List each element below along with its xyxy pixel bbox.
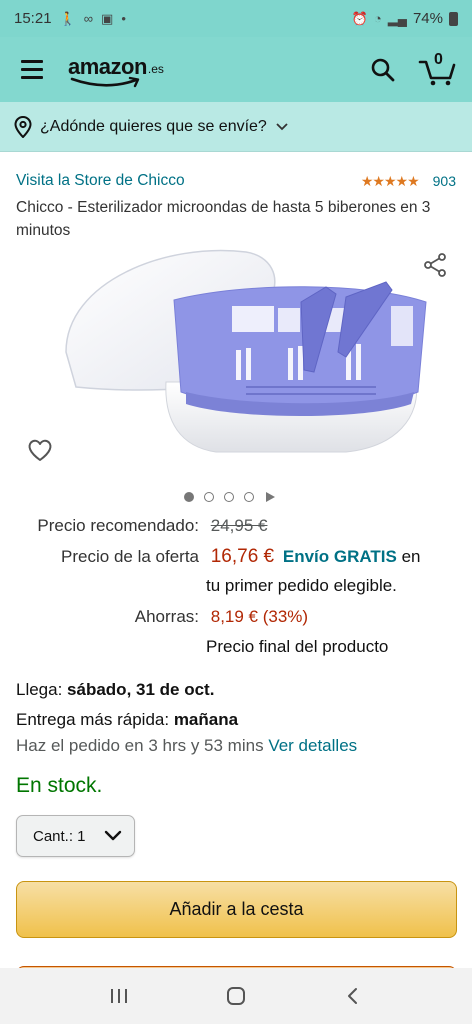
image-icon: ▣ bbox=[101, 10, 114, 26]
fastest-delivery-row: Entrega más rápida: mañana bbox=[16, 710, 238, 730]
offer-price: 16,76 € bbox=[210, 546, 275, 567]
smile-icon bbox=[70, 76, 140, 87]
hamburger-icon bbox=[21, 60, 43, 63]
walk-icon: 🚶 bbox=[59, 10, 76, 26]
share-icon[interactable] bbox=[422, 252, 448, 278]
arrival-date: sábado, 31 de oct. bbox=[67, 680, 215, 699]
fastest-delivery-label: Entrega más rápida: bbox=[16, 710, 174, 729]
dot-icon: • bbox=[121, 11, 126, 26]
quantity-label: Cant.: 1 bbox=[33, 827, 86, 845]
logo-tld: .es bbox=[147, 61, 164, 76]
battery-percent: 74% bbox=[412, 10, 443, 27]
shipping-line-2: tu primer pedido elegible. bbox=[206, 576, 397, 595]
home-icon bbox=[226, 987, 245, 1005]
details-link[interactable]: Ver detalles bbox=[268, 736, 357, 755]
heart-icon[interactable] bbox=[26, 436, 54, 464]
back-icon bbox=[348, 988, 358, 1004]
fastest-delivery-value: mañana bbox=[173, 710, 239, 729]
recommended-price-label: Precio recomendado: bbox=[37, 516, 199, 535]
amazon-logo[interactable]: amazon .es bbox=[68, 52, 164, 88]
status-bar: 15:21 🚶 ∞ ▣ • ⏰ ◔ ▂▄ 74% bbox=[0, 0, 472, 37]
order-within-text: Haz el pedido en 3 hrs y 53 mins bbox=[16, 736, 269, 755]
battery-icon bbox=[449, 11, 458, 26]
recent-apps-button[interactable] bbox=[99, 976, 139, 1016]
hamburger-line bbox=[21, 68, 43, 71]
video-play-icon[interactable] bbox=[266, 492, 275, 502]
link-icon: ∞ bbox=[83, 11, 94, 26]
delivery-location-bar[interactable]: ¿Adónde quieres que se envíe? bbox=[0, 102, 472, 152]
stock-status: En stock. bbox=[16, 774, 103, 797]
signal-icon: ▂▄ bbox=[387, 10, 407, 26]
order-within-row: Haz el pedido en 3 hrs y 53 mins Ver det… bbox=[16, 736, 357, 756]
carousel-dots bbox=[184, 492, 275, 502]
location-pin-icon bbox=[14, 115, 32, 138]
product-image[interactable] bbox=[46, 242, 436, 482]
final-price-note: Precio final del producto bbox=[206, 637, 389, 656]
shipping-text: en bbox=[396, 547, 421, 566]
home-button[interactable] bbox=[216, 976, 256, 1016]
offer-price-label: Precio de la oferta bbox=[61, 547, 199, 566]
recommended-price: 24,95 € bbox=[210, 516, 268, 535]
wifi-icon: ◔ bbox=[373, 11, 382, 26]
chevron-down-icon bbox=[104, 830, 122, 841]
status-time: 15:21 bbox=[14, 10, 52, 27]
add-to-cart-button[interactable]: Añadir a la cesta bbox=[16, 881, 457, 938]
free-shipping-link[interactable]: Envío GRATIS bbox=[283, 547, 397, 566]
carousel-dot[interactable] bbox=[224, 492, 234, 502]
location-text: ¿Adónde quieres que se envíe? bbox=[40, 117, 267, 135]
recent-apps-icon bbox=[110, 989, 127, 1003]
hamburger-line bbox=[21, 76, 43, 79]
store-row: Visita la Store de Chicco ★★★★★ 903 bbox=[16, 172, 456, 190]
alarm-icon: ⏰ bbox=[351, 10, 368, 26]
offer-price-row: Precio de la oferta 16,76 € Envío GRATIS… bbox=[16, 546, 456, 568]
carousel-dot[interactable] bbox=[184, 492, 194, 502]
cart-button[interactable]: 0 bbox=[418, 50, 458, 86]
app-header: amazon .es 0 bbox=[0, 37, 472, 102]
carousel-dot[interactable] bbox=[244, 492, 254, 502]
product-title: Chicco - Esterilizador microondas de has… bbox=[16, 199, 431, 239]
savings-row: Ahorras: 8,19 € (33%) bbox=[16, 607, 308, 627]
rating-count: 903 bbox=[432, 173, 456, 189]
star-rating-icon: ★★★★★ bbox=[360, 172, 420, 189]
chevron-down-icon bbox=[276, 122, 288, 130]
back-button[interactable] bbox=[333, 976, 373, 1016]
search-icon[interactable] bbox=[370, 57, 396, 83]
carousel-dot[interactable] bbox=[204, 492, 214, 502]
menu-button[interactable] bbox=[14, 52, 50, 88]
store-link[interactable]: Visita la Store de Chicco bbox=[16, 172, 185, 190]
savings-label: Ahorras: bbox=[134, 607, 199, 626]
arrival-label: Llega: bbox=[16, 680, 68, 699]
system-nav-bar bbox=[0, 968, 472, 1024]
rating[interactable]: ★★★★★ 903 bbox=[361, 173, 456, 190]
recommended-price-row: Precio recomendado: 24,95 € bbox=[16, 516, 267, 536]
arrival-row: Llega: sábado, 31 de oct. bbox=[16, 680, 214, 700]
add-to-cart-label: Añadir a la cesta bbox=[169, 899, 304, 919]
quantity-select[interactable]: Cant.: 1 bbox=[16, 815, 135, 857]
cart-count: 0 bbox=[434, 50, 443, 68]
savings-value: 8,19 € (33%) bbox=[210, 607, 309, 626]
